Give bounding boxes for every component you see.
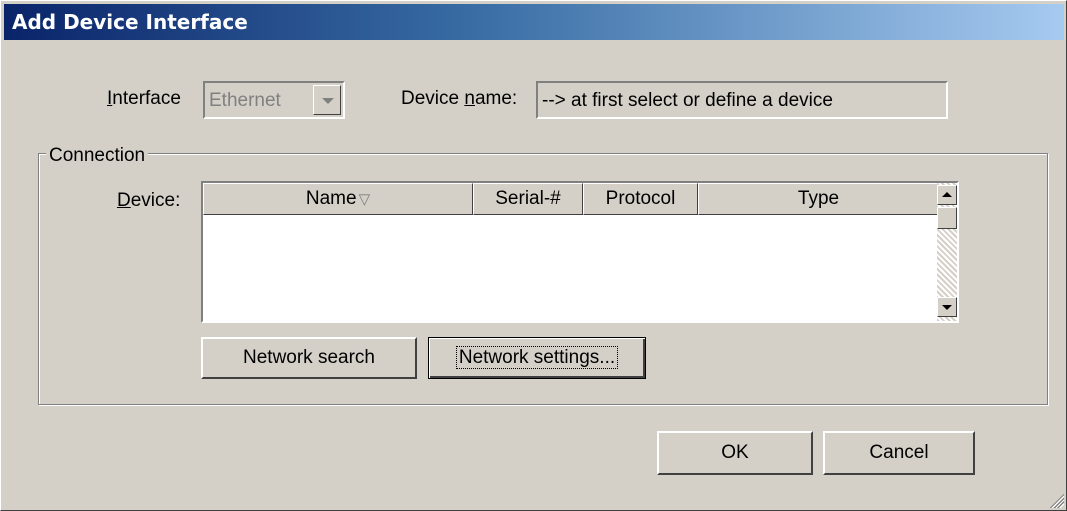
scroll-down-icon xyxy=(942,305,952,310)
column-header-name[interactable]: Name ▽ xyxy=(203,183,473,215)
chevron-down-icon xyxy=(322,98,334,104)
device-label: Device: xyxy=(117,190,181,211)
add-device-interface-dialog: Add Device Interface Interface Ethernet … xyxy=(0,0,1067,511)
interface-label: Interface xyxy=(107,88,181,109)
device-name-label: Device name: xyxy=(401,88,518,109)
device-name-field[interactable]: --> at first select or define a device xyxy=(536,81,948,119)
device-list-header: Name ▽ Serial-# Protocol Type xyxy=(203,183,939,215)
scroll-down-button[interactable] xyxy=(937,297,957,317)
interface-combo-value: Ethernet xyxy=(209,90,281,111)
window-title: Add Device Interface xyxy=(12,10,248,34)
sort-descending-icon: ▽ xyxy=(358,191,371,208)
title-bar[interactable]: Add Device Interface xyxy=(4,4,1064,40)
network-search-button[interactable]: Network search xyxy=(201,337,417,379)
device-list-scrollbar[interactable] xyxy=(937,183,957,321)
column-header-serial[interactable]: Serial-# xyxy=(473,183,583,215)
scroll-up-button[interactable] xyxy=(937,185,957,205)
network-settings-button[interactable]: Network settings... xyxy=(428,337,646,379)
ok-button[interactable]: OK xyxy=(657,431,813,475)
scroll-thumb[interactable] xyxy=(937,207,957,229)
column-header-protocol[interactable]: Protocol xyxy=(583,183,698,215)
connection-group-label: Connection xyxy=(46,145,149,167)
interface-combo[interactable]: Ethernet xyxy=(203,81,345,119)
column-header-type[interactable]: Type xyxy=(698,183,939,215)
interface-dropdown-button[interactable] xyxy=(313,85,341,115)
device-name-value: --> at first select or define a device xyxy=(542,90,833,111)
cancel-button[interactable]: Cancel xyxy=(823,431,975,475)
resize-grip-icon[interactable] xyxy=(1048,492,1064,508)
scroll-up-icon xyxy=(942,192,952,197)
device-list[interactable]: Name ▽ Serial-# Protocol Type xyxy=(201,181,959,323)
